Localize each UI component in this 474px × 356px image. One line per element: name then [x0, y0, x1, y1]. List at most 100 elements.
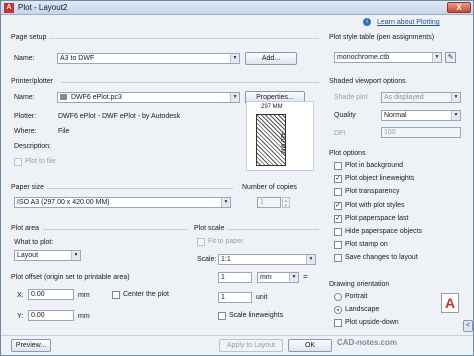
page-setup-name-label: Name:	[14, 55, 35, 62]
style-table-select[interactable]: monochrome.ctb ▼	[334, 52, 442, 63]
plot-dialog: A Plot - Layout2 X i Learn about Plottin…	[0, 0, 474, 356]
scale-numerator-input[interactable]: 1	[218, 272, 252, 283]
plot-option-label: Plot paperspace last	[345, 215, 409, 222]
page-setup-header: Page setup	[11, 34, 47, 41]
copies-header: Number of copies	[242, 184, 297, 191]
scale-unit-select[interactable]: mm ▼	[257, 272, 299, 283]
x-offset-input[interactable]: 0.00	[28, 289, 74, 300]
chevron-down-icon: ▼	[230, 54, 239, 63]
what-to-plot-label: What to plot:	[14, 239, 54, 246]
quality-select[interactable]: Normal ▼	[381, 110, 461, 121]
autocad-icon: A	[4, 3, 14, 13]
printer-name-select[interactable]: DWF6 ePlot.pc3 ▼	[57, 92, 240, 103]
scale-equals: =	[303, 272, 308, 281]
add-page-setup-button[interactable]: Add...	[245, 52, 297, 65]
portrait-label: Portrait	[345, 293, 368, 300]
dpi-label: DPI	[334, 130, 346, 137]
y-unit-label: mm	[78, 313, 90, 320]
center-plot-checkbox[interactable]	[112, 291, 120, 299]
where-label: Where:	[14, 128, 37, 135]
page-setup-name-select[interactable]: A3 to DWF ▼	[57, 53, 240, 64]
upside-down-checkbox[interactable]	[334, 319, 342, 327]
quality-value: Normal	[384, 112, 407, 119]
printer-header: Printer/plotter	[11, 78, 54, 85]
dpi-input[interactable]: 100	[381, 127, 461, 138]
divider	[49, 38, 319, 39]
divider	[1, 335, 473, 336]
plot-option-checkbox[interactable]	[334, 254, 342, 262]
scale-lineweights-label: Scale lineweights	[229, 312, 284, 319]
landscape-radio[interactable]	[334, 306, 342, 314]
plot-option-label: Plot in background	[345, 162, 403, 169]
info-icon: i	[363, 18, 371, 26]
ok-button[interactable]: OK	[288, 339, 332, 352]
plot-scale-header: Plot scale	[194, 225, 225, 232]
chevron-down-icon: ▼	[230, 93, 239, 102]
landscape-label: Landscape	[345, 306, 380, 313]
apply-to-layout-button[interactable]: Apply to Layout	[219, 339, 283, 352]
y-label: Y:	[17, 313, 24, 320]
scale-unit-label: unit	[256, 294, 268, 301]
divider	[227, 229, 319, 230]
what-to-plot-value: Layout	[17, 252, 39, 259]
title-bar: A Plot - Layout2 X	[1, 1, 473, 15]
window-title: Plot - Layout2	[18, 3, 68, 12]
what-to-plot-select[interactable]: Layout ▼	[14, 250, 81, 261]
plot-option-label: Hide paperspace objects	[345, 228, 423, 235]
plot-option-checkbox[interactable]	[334, 162, 342, 170]
chevron-down-icon: ▼	[306, 255, 315, 264]
chevron-down-icon: ▼	[451, 93, 460, 102]
preview-button[interactable]: Preview...	[11, 339, 51, 352]
plot-option-checkbox[interactable]: ✓	[334, 175, 342, 183]
chevron-down-icon: ▼	[451, 111, 460, 120]
plot-offset-header: Plot offset (origin set to printable are…	[11, 274, 130, 281]
chevron-down-icon: ▼	[432, 53, 441, 62]
scale-unit-value: mm	[260, 274, 272, 281]
paper-size-header: Paper size	[11, 184, 45, 191]
orientation-preview-icon: A	[441, 293, 459, 313]
collapse-options-icon[interactable]: <	[463, 320, 473, 332]
chevron-down-icon: ▼	[221, 198, 230, 207]
chevron-down-icon: ▼	[289, 273, 298, 282]
scale-lineweights-checkbox[interactable]	[218, 312, 226, 320]
copies-input[interactable]: 1	[257, 197, 281, 208]
paper-size-select[interactable]: ISO A3 (297.00 x 420.00 MM) ▼	[14, 197, 231, 208]
x-unit-label: mm	[78, 292, 90, 299]
printer-name-label: Name:	[14, 94, 35, 101]
fit-to-paper-label: Fit to paper	[208, 238, 244, 245]
plotter-label: Plotter:	[14, 113, 37, 120]
plot-option-checkbox[interactable]: ✓	[334, 215, 342, 223]
close-button[interactable]: X	[447, 2, 471, 13]
upside-down-label: Plot upside-down	[345, 319, 399, 326]
divider	[47, 188, 233, 189]
shade-plot-value: As displayed	[384, 94, 424, 101]
y-offset-input[interactable]: 0.00	[28, 310, 74, 321]
scale-denominator-input[interactable]: 1	[218, 292, 252, 303]
learn-about-plotting-link[interactable]: Learn about Plotting	[377, 19, 440, 26]
plot-option-checkbox[interactable]: ✓	[334, 202, 342, 210]
chevron-down-icon: ▼	[71, 251, 80, 260]
fit-to-paper-checkbox[interactable]	[197, 238, 205, 246]
copies-spinner[interactable]: ▲ ▼	[282, 197, 290, 208]
plot-option-label: Plot stamp on	[345, 241, 388, 248]
scale-select[interactable]: 1:1 ▼	[218, 254, 316, 265]
preview-width-label: 297 MM	[261, 104, 283, 110]
plot-option-label: Plot with plot styles	[345, 202, 405, 209]
orientation-header: Drawing orientation	[329, 281, 390, 288]
plot-option-checkbox[interactable]	[334, 188, 342, 196]
plot-to-file-checkbox[interactable]	[14, 158, 22, 166]
shade-plot-label: Shade plot	[334, 94, 368, 101]
divider	[61, 82, 319, 83]
plot-option-checkbox[interactable]	[334, 241, 342, 249]
paper-size-value: ISO A3 (297.00 x 420.00 MM)	[17, 199, 110, 206]
plot-option-label: Plot transparency	[345, 188, 400, 195]
plot-option-label: Plot object lineweights	[345, 175, 415, 182]
portrait-radio[interactable]	[334, 293, 342, 301]
plot-option-checkbox[interactable]	[334, 228, 342, 236]
printer-icon	[60, 94, 67, 101]
plotter-value: DWF6 ePlot - DWF ePlot - by Autodesk	[58, 113, 181, 120]
scale-label: Scale:	[197, 256, 217, 263]
paper-preview: 297 MM 420 MM	[246, 101, 314, 171]
edit-style-table-icon[interactable]: ✎	[445, 52, 456, 63]
shade-plot-select[interactable]: As displayed ▼	[381, 92, 461, 103]
